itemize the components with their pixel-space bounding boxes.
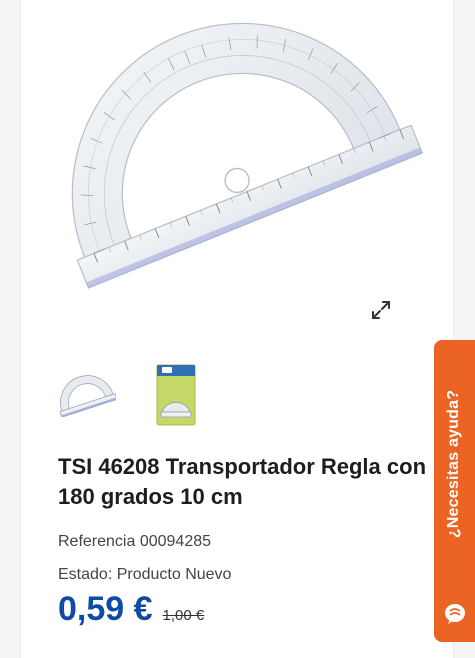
product-reference: Referencia 00094285	[58, 533, 212, 550]
thumbnail-gallery	[52, 362, 209, 428]
chat-bubble-icon	[442, 600, 468, 626]
current-price: 0,59 €	[58, 590, 153, 628]
product-title: TSI 46208 Transportador Regla con 180 gr…	[58, 454, 427, 509]
help-button[interactable]: ¿Necesitas ayuda?	[434, 340, 475, 642]
product-page: TSI 46208 Transportador Regla con 180 gr…	[0, 0, 475, 658]
help-label: ¿Necesitas ayuda?	[445, 389, 462, 539]
protractor-thumbnail[interactable]	[52, 362, 118, 428]
product-state: Estado: Producto Nuevo	[58, 566, 232, 583]
price-row: 0,59 € 1,00 €	[58, 590, 204, 629]
old-price: 1,00 €	[162, 607, 205, 624]
protractor-packaging-thumbnail[interactable]	[143, 362, 209, 428]
product-main-image[interactable]	[20, 0, 452, 345]
expand-arrows-icon[interactable]	[369, 298, 393, 322]
